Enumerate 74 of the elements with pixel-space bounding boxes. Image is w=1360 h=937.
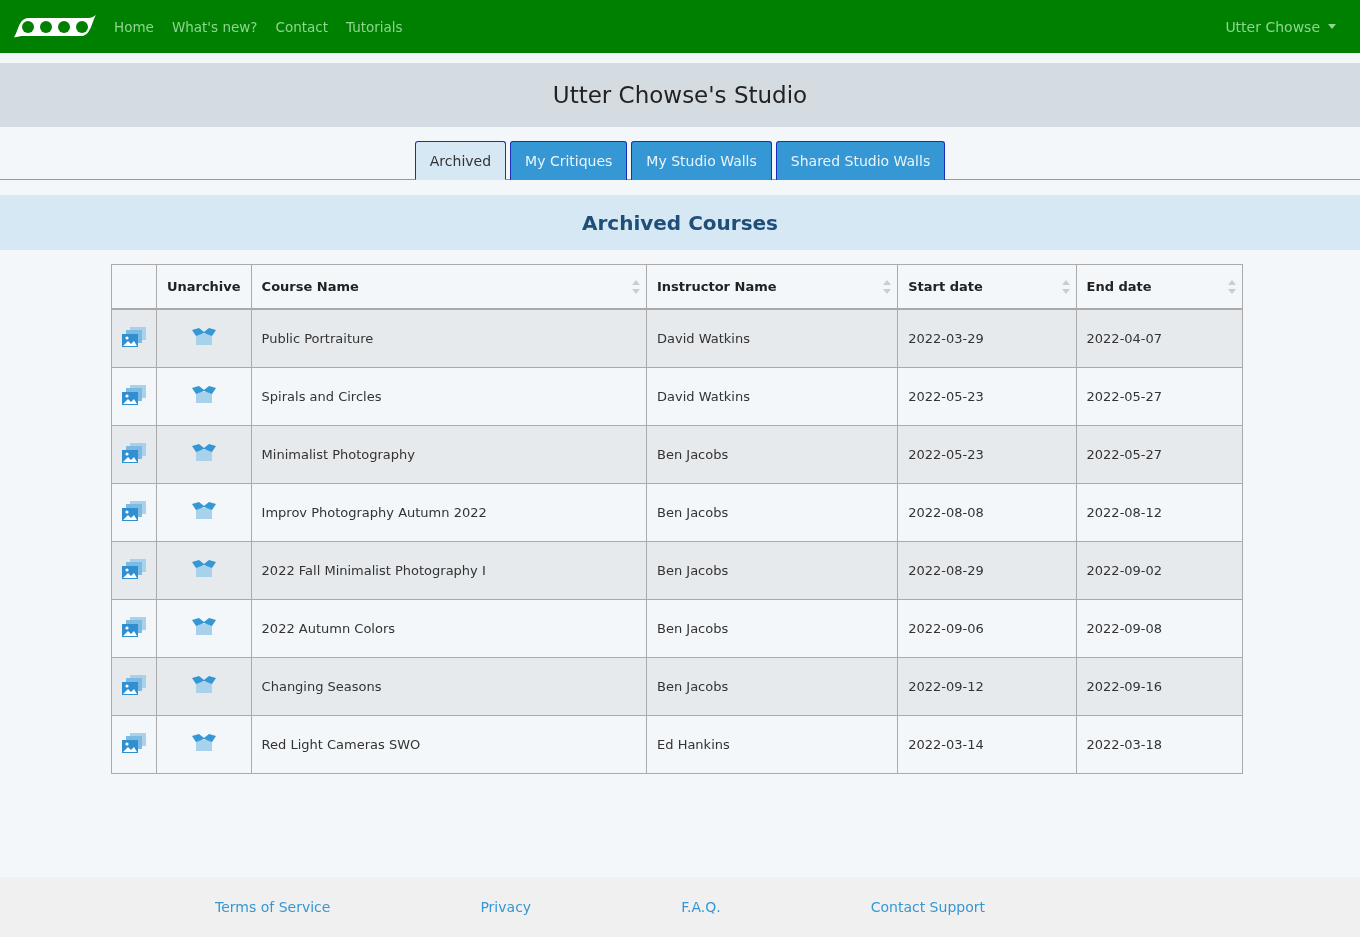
table-cell: Changing Seasons bbox=[251, 657, 647, 716]
column-header: Unarchive bbox=[156, 264, 252, 309]
open-box-icon[interactable] bbox=[191, 618, 216, 636]
open-box-icon[interactable] bbox=[191, 560, 216, 578]
table-cell: 2022-05-27 bbox=[1076, 425, 1243, 484]
table-cell: 2022-08-08 bbox=[897, 483, 1077, 542]
user-menu[interactable]: Utter Chowse bbox=[1225, 18, 1336, 35]
table-cell: 2022 Fall Minimalist Photography I bbox=[251, 541, 647, 600]
gallery-icon[interactable] bbox=[121, 559, 146, 579]
table-cell: 2022-09-02 bbox=[1076, 541, 1243, 600]
gallery-icon[interactable] bbox=[121, 733, 146, 753]
column-header[interactable]: Instructor Name bbox=[646, 264, 898, 309]
table-cell: 2022-03-14 bbox=[897, 715, 1077, 774]
table-cell: 2022-05-23 bbox=[897, 425, 1077, 484]
table-cell: Improv Photography Autumn 2022 bbox=[251, 483, 647, 542]
table-cell: Ben Jacobs bbox=[646, 483, 898, 542]
column-header[interactable]: Start date bbox=[897, 264, 1077, 309]
gallery-icon[interactable] bbox=[121, 443, 146, 463]
table-cell: 2022-09-12 bbox=[897, 657, 1077, 716]
gallery-icon[interactable] bbox=[121, 501, 146, 521]
table-cell: 2022-08-12 bbox=[1076, 483, 1243, 542]
table-cell: Minimalist Photography bbox=[251, 425, 647, 484]
sort-icon bbox=[1061, 280, 1070, 294]
table-cell: David Watkins bbox=[646, 367, 898, 426]
footer-link[interactable]: Terms of Service bbox=[215, 899, 331, 915]
table-cell: 2022-04-07 bbox=[1076, 309, 1243, 368]
open-box-icon[interactable] bbox=[191, 502, 216, 520]
sort-icon bbox=[632, 280, 641, 294]
column-header[interactable]: Course Name bbox=[251, 264, 647, 309]
open-box-icon[interactable] bbox=[191, 676, 216, 694]
open-box-icon[interactable] bbox=[191, 386, 216, 404]
open-box-icon[interactable] bbox=[191, 734, 216, 752]
table-cell: David Watkins bbox=[646, 309, 898, 368]
table-cell: 2022-03-18 bbox=[1076, 715, 1243, 774]
table-cell: Red Light Cameras SWO bbox=[251, 715, 647, 774]
footer-link[interactable]: Privacy bbox=[480, 899, 532, 915]
section-title: Archived Courses bbox=[581, 210, 779, 235]
tab[interactable]: Shared Studio Walls bbox=[775, 141, 946, 180]
nav-link[interactable]: Home bbox=[114, 18, 154, 35]
table-cell: 2022-05-27 bbox=[1076, 367, 1243, 426]
table-cell: 2022 Autumn Colors bbox=[251, 599, 647, 658]
table-cell: 2022-09-08 bbox=[1076, 599, 1243, 658]
table-cell: 2022-05-23 bbox=[897, 367, 1077, 426]
table-cell: 2022-03-29 bbox=[897, 309, 1077, 368]
sort-icon bbox=[1228, 280, 1236, 294]
table-cell: Spirals and Circles bbox=[251, 367, 647, 426]
table-cell: Public Portraiture bbox=[251, 309, 647, 368]
footer-link[interactable]: Contact Support bbox=[870, 899, 985, 915]
nav-link[interactable]: What's new? bbox=[171, 18, 258, 35]
table-cell: Ben Jacobs bbox=[646, 541, 898, 600]
column-header[interactable]: End date bbox=[1076, 264, 1243, 309]
tab[interactable]: My Critiques bbox=[510, 141, 628, 180]
footer-link[interactable]: F.A.Q. bbox=[681, 899, 721, 915]
gallery-icon[interactable] bbox=[121, 617, 146, 637]
tab[interactable]: My Studio Walls bbox=[631, 141, 772, 180]
studio-title: Utter Chowse's Studio bbox=[552, 82, 808, 108]
table-cell: Ben Jacobs bbox=[646, 599, 898, 658]
gallery-icon[interactable] bbox=[121, 385, 146, 405]
table-cell: Ben Jacobs bbox=[646, 657, 898, 716]
open-box-icon[interactable] bbox=[191, 328, 216, 346]
table-cell: 2022-09-16 bbox=[1076, 657, 1243, 716]
caret-icon bbox=[1328, 24, 1336, 29]
gallery-icon[interactable] bbox=[121, 327, 146, 347]
sort-icon bbox=[883, 280, 892, 294]
nav-link[interactable]: Contact bbox=[275, 18, 328, 35]
nav-link[interactable]: Tutorials bbox=[346, 18, 403, 35]
table-cell: 2022-09-06 bbox=[897, 599, 1077, 658]
table-cell: Ben Jacobs bbox=[646, 425, 898, 484]
table-cell: Ed Hankins bbox=[646, 715, 898, 774]
tab[interactable]: Archived bbox=[414, 141, 507, 180]
open-box-icon[interactable] bbox=[191, 444, 216, 462]
logo-icon[interactable] bbox=[12, 14, 96, 39]
table-cell: 2022-08-29 bbox=[897, 541, 1077, 600]
gallery-icon[interactable] bbox=[121, 675, 146, 695]
